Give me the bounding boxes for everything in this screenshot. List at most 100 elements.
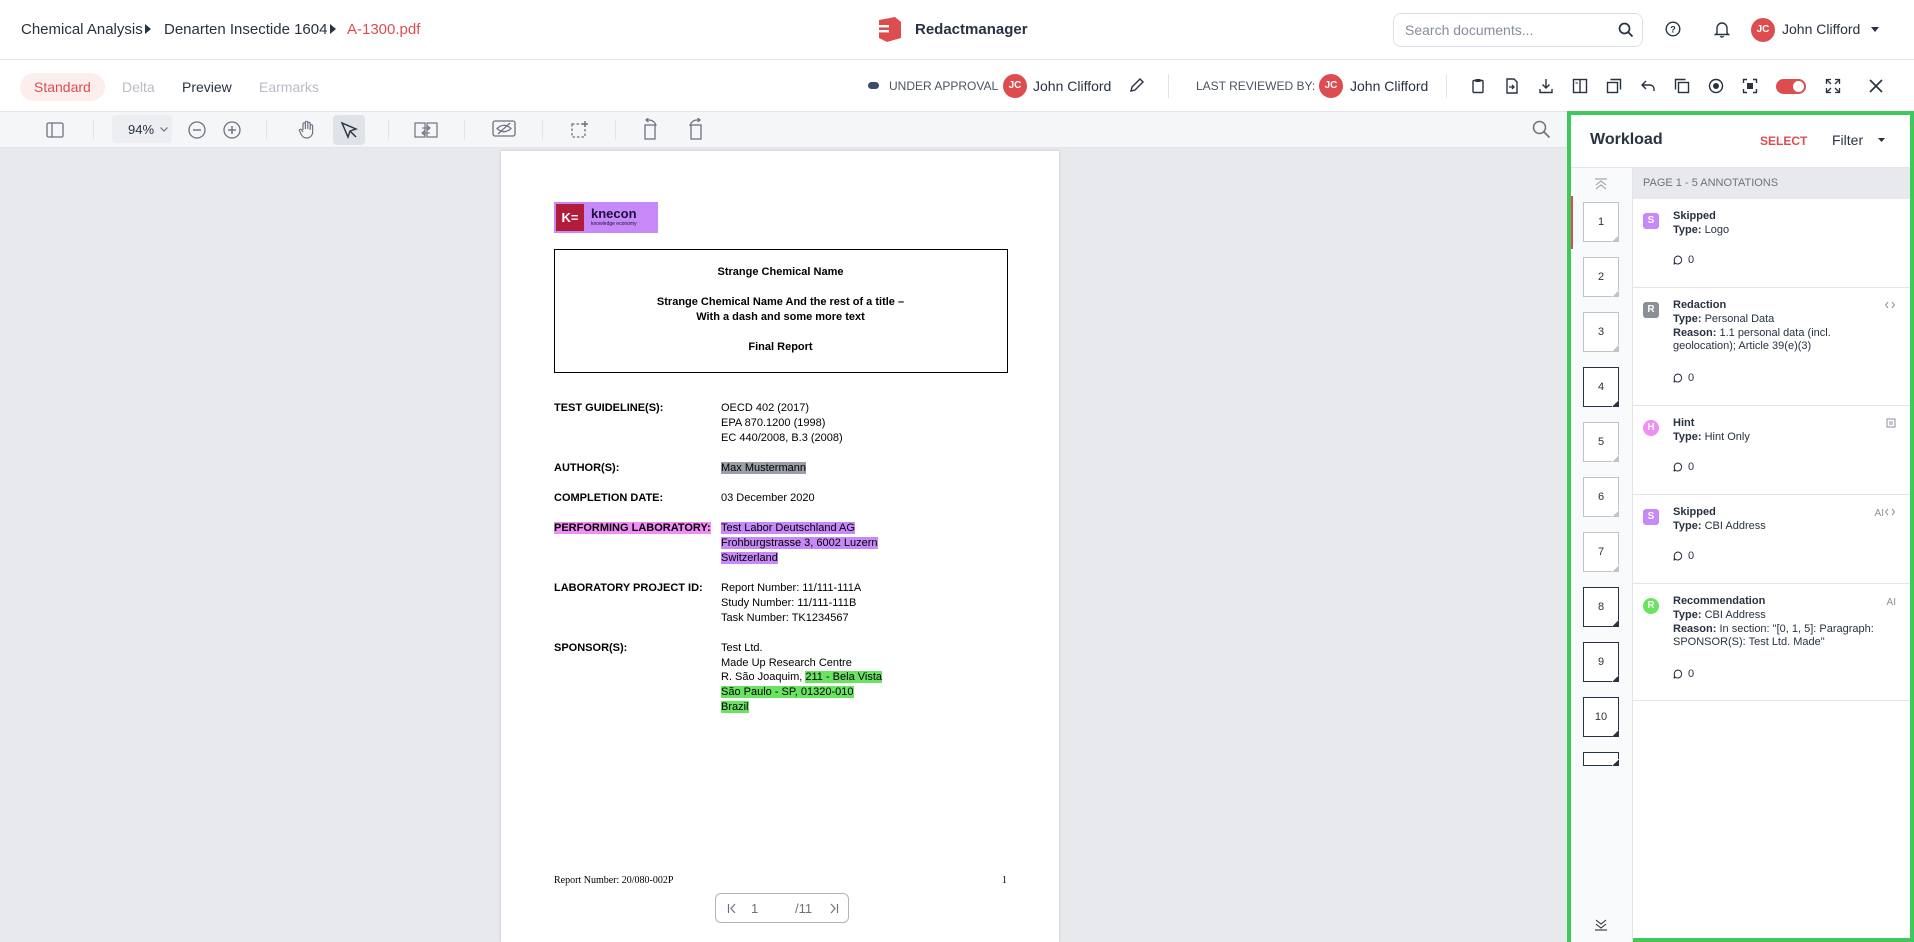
area-select-icon[interactable] <box>571 121 589 139</box>
breadcrumb-item-1[interactable]: Chemical Analysis <box>21 21 143 38</box>
bell-icon[interactable] <box>1714 20 1730 38</box>
page-thumbnail[interactable]: 7 <box>1583 532 1619 572</box>
note-icon[interactable] <box>1886 418 1896 428</box>
divider <box>1446 74 1447 98</box>
annotation-type: Type: CBI Address <box>1673 609 1766 621</box>
page-thumbnail[interactable]: 3 <box>1583 312 1619 352</box>
compare-icon[interactable] <box>414 121 438 139</box>
row-value-text: R. São Joaquim, <box>721 671 806 683</box>
rotate-right-icon[interactable] <box>686 118 704 140</box>
annotation-item[interactable]: S Skipped Type: Logo 0 <box>1633 199 1910 288</box>
page-thumbnail[interactable]: 5 <box>1583 422 1619 462</box>
scan-icon[interactable] <box>1742 78 1758 94</box>
recommendation-highlight[interactable]: 211 - Bela Vista <box>805 671 883 683</box>
tab-preview[interactable]: Preview <box>168 73 246 101</box>
skipped-address-line[interactable]: Test Labor Deutschland AG <box>721 522 855 534</box>
reviewer-avatar: JC <box>1319 74 1343 98</box>
page-thumbnail[interactable]: 1 <box>1583 202 1619 242</box>
last-page-icon[interactable] <box>828 903 839 914</box>
comment-icon[interactable] <box>1673 373 1683 383</box>
filter-button[interactable]: Filter <box>1832 132 1863 148</box>
assignee-name[interactable]: John Clifford <box>1033 78 1111 94</box>
ai-tag: AI <box>1886 597 1896 608</box>
search-input[interactable] <box>1405 22 1605 38</box>
tab-standard[interactable]: Standard <box>20 73 105 101</box>
page-thumbnail[interactable]: 2 <box>1583 257 1619 297</box>
download-icon[interactable] <box>1538 78 1554 94</box>
sidebar-toggle-icon[interactable] <box>46 122 64 138</box>
recommendation-highlight[interactable]: São Paulo - SP, 01320-010 <box>721 686 854 698</box>
pointer-cursor-icon[interactable] <box>340 121 358 139</box>
chevron-down-icon[interactable] <box>1871 27 1879 32</box>
help-icon[interactable]: ? <box>1665 21 1681 37</box>
page-thumbnails: 1 2 3 4 5 6 7 8 9 10 <box>1571 168 1633 942</box>
annotation-item[interactable]: S Skipped AI Type: CBI Address 0 <box>1633 495 1910 584</box>
comment-icon[interactable] <box>1673 551 1683 561</box>
page-thumbnail[interactable]: 4 <box>1583 367 1619 407</box>
columns-icon[interactable] <box>1572 78 1588 94</box>
search-icon[interactable] <box>1618 22 1634 38</box>
annotation-type-badge: H <box>1643 420 1659 436</box>
scroll-to-top-icon[interactable] <box>1594 178 1608 190</box>
chevron-down-icon[interactable] <box>1878 138 1885 142</box>
pan-hand-icon[interactable] <box>298 120 316 140</box>
code-icon[interactable] <box>1885 301 1895 309</box>
close-icon[interactable] <box>1868 78 1884 94</box>
record-icon[interactable] <box>1708 78 1724 94</box>
layers-icon[interactable] <box>1606 78 1622 94</box>
file-export-icon[interactable] <box>1504 78 1520 94</box>
code-icon[interactable] <box>1885 508 1895 516</box>
page-thumbnail[interactable]: 8 <box>1583 587 1619 627</box>
row-value: R. São Joaquim, 211 - Bela Vista <box>721 671 883 683</box>
chevron-down-icon[interactable] <box>160 127 168 132</box>
zoom-value[interactable]: 94% <box>128 122 154 137</box>
user-name[interactable]: John Clifford <box>1782 21 1860 37</box>
page-thumbnail[interactable]: 10 <box>1583 697 1619 737</box>
doc-subtitle-line1: Strange Chemical Name And the rest of a … <box>656 296 905 308</box>
first-page-icon[interactable] <box>727 903 738 914</box>
rotate-left-icon[interactable] <box>642 118 660 140</box>
clipboard-icon[interactable] <box>1470 78 1486 94</box>
annotation-item[interactable]: R Recommendation AI Type: CBI Address Re… <box>1633 584 1910 701</box>
page-number-input[interactable]: 1 <box>751 901 758 916</box>
redacted-author[interactable]: Max Mustermann <box>721 462 806 474</box>
fullscreen-icon[interactable] <box>1825 78 1841 94</box>
recommendation-highlight[interactable]: Brazil <box>721 701 749 713</box>
search-field[interactable] <box>1393 13 1643 47</box>
page-thumbnail[interactable]: 6 <box>1583 477 1619 517</box>
svg-text:?: ? <box>1670 25 1676 35</box>
scroll-to-bottom-icon[interactable] <box>1594 919 1608 931</box>
comment-icon[interactable] <box>1673 462 1683 472</box>
comment-count: 0 <box>1688 254 1695 266</box>
user-avatar[interactable]: JC <box>1751 18 1775 42</box>
current-page-marker <box>1571 196 1573 249</box>
workflow-status[interactable]: UNDER APPROVAL <box>889 79 998 93</box>
comment-icon[interactable] <box>1673 255 1683 265</box>
breadcrumb-item-2[interactable]: Denarten Insectide 1604 <box>164 21 327 38</box>
search-document-icon[interactable] <box>1532 120 1551 139</box>
skipped-address-line[interactable]: Frohburgstrasse 3, 6002 Luzern <box>721 537 878 549</box>
annotation-type-badge: R <box>1643 598 1659 614</box>
undo-icon[interactable] <box>1640 78 1656 94</box>
pdf-page[interactable]: K= knecon knowledge economy Strange Chem… <box>501 151 1059 942</box>
annotation-list: PAGE 1 - 5 ANNOTATIONS S Skipped Type: L… <box>1633 168 1910 942</box>
edit-pencil-icon[interactable] <box>1129 77 1145 93</box>
divider <box>1168 74 1169 98</box>
hint-highlight-label[interactable]: PERFORMING LABORATORY: <box>554 522 711 534</box>
comment-icon[interactable] <box>1673 669 1683 679</box>
workload-header: Workload SELECT Filter <box>1571 115 1910 168</box>
annotation-item[interactable]: R Redaction Type: Personal Data Reason: … <box>1633 288 1910 406</box>
annotation-item[interactable]: H Hint Type: Hint Only 0 <box>1633 406 1910 495</box>
divider <box>266 120 267 140</box>
tab-earmarks[interactable]: Earmarks <box>245 73 333 101</box>
copy-icon[interactable] <box>1674 78 1690 94</box>
hide-annotations-icon[interactable] <box>492 120 516 140</box>
tab-delta[interactable]: Delta <box>108 73 169 101</box>
skipped-address-line[interactable]: Switzerland <box>721 552 778 564</box>
zoom-out-icon[interactable] <box>188 121 206 139</box>
toggle-switch[interactable] <box>1776 79 1806 94</box>
page-thumbnail-partial[interactable] <box>1583 752 1619 766</box>
page-thumbnail[interactable]: 9 <box>1583 642 1619 682</box>
select-button[interactable]: SELECT <box>1760 134 1807 148</box>
zoom-in-icon[interactable] <box>223 121 241 139</box>
